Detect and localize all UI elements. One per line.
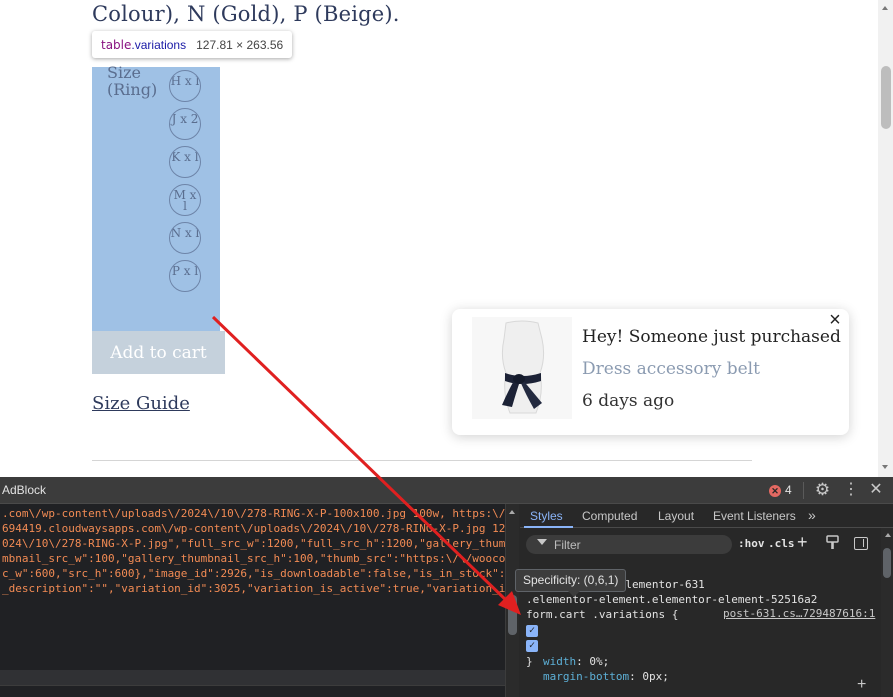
property-name[interactable]: margin-bottom [543, 670, 629, 683]
paint-brush-icon[interactable] [826, 535, 839, 550]
hover-state-button[interactable]: :hov [738, 537, 765, 550]
size-ring-label: Size (Ring) [107, 63, 158, 99]
size-option-swatch[interactable]: P x l [169, 260, 201, 292]
filter-input[interactable] [554, 536, 724, 553]
code-line[interactable]: 694419.cloudwaysapps.com\/wp-content\/up… [2, 521, 505, 536]
filter-icon [537, 539, 547, 545]
scroll-up-arrow-icon[interactable] [885, 533, 891, 537]
new-style-rule-icon[interactable]: + [797, 532, 808, 553]
divider [0, 685, 505, 686]
scroll-down-arrow-icon[interactable] [882, 465, 888, 469]
size-option-swatch[interactable]: M x l [169, 184, 201, 216]
size-option-swatch[interactable]: J x 2 [169, 108, 201, 140]
divider [92, 460, 752, 461]
tooltip-tag: table [101, 37, 132, 52]
styles-tab-bar: Styles Computed Layout Event Listeners » [520, 504, 893, 528]
element-inspect-tooltip: table.variations 127.81 × 263.56 [92, 31, 293, 58]
popup-time-ago: 6 days ago [582, 391, 675, 411]
devtools-tab-title[interactable]: AdBlock [2, 483, 46, 497]
code-line[interactable]: 024\/10\/278-RING-X-P.jpg","full_src_w":… [2, 536, 505, 551]
property-value[interactable]: 0%; [589, 655, 609, 668]
code-line[interactable]: mbnail_src_w":100,"gallery_thumbnail_src… [2, 551, 505, 566]
specificity-tooltip: Specificity: (0,6,1) [515, 569, 627, 597]
size-guide-link[interactable]: Size Guide [92, 393, 190, 414]
add-to-cart-button[interactable]: Add to cart [92, 331, 225, 374]
styles-scrollbar-thumb[interactable] [883, 548, 891, 578]
tooltip-class: .variations [131, 37, 187, 52]
web-page: Colour), N (Gold), P (Beige). Size (Ring… [0, 0, 893, 477]
tab-layout[interactable]: Layout [658, 509, 694, 523]
rule-close-brace: } [526, 655, 533, 668]
devtools-toolbar: AdBlock ✕ 4 ⚙ ⋮ ✕ [0, 477, 893, 504]
toggle-sidebar-icon[interactable] [854, 537, 868, 550]
tab-event-listeners[interactable]: Event Listeners [713, 509, 796, 523]
tab-computed[interactable]: Computed [582, 509, 637, 523]
styles-pane: Styles Computed Layout Event Listeners »… [515, 504, 893, 697]
product-image[interactable] [472, 317, 572, 419]
source-scrollbar-thumb[interactable] [508, 595, 517, 635]
devtools-panel: AdBlock ✕ 4 ⚙ ⋮ ✕ .com\/wp-content\/uplo… [0, 477, 893, 697]
class-toggle-button[interactable]: .cls [768, 537, 795, 550]
filter-field[interactable] [526, 535, 732, 554]
console-bar [0, 670, 505, 685]
more-options-icon[interactable]: ⋮ [843, 480, 859, 500]
popup-title: Hey! Someone just purchased [582, 327, 841, 347]
product-description-text: Colour), N (Gold), P (Beige). [92, 2, 400, 26]
declaration-checkbox[interactable]: ✓ [526, 625, 538, 637]
source-code-view[interactable]: .com\/wp-content\/uploads\/2024\/10\/278… [0, 504, 505, 697]
close-devtools-icon[interactable]: ✕ [868, 480, 884, 500]
error-icon[interactable]: ✕ [769, 485, 781, 497]
rule-selector[interactable]: form.cart .variations { [526, 607, 678, 622]
error-count[interactable]: 4 [785, 483, 792, 497]
code-line[interactable]: c_w":600,"src_h":600},"image_id":2926,"i… [2, 566, 505, 581]
size-option-swatch[interactable]: K x l [169, 146, 201, 178]
tooltip-dimensions: 127.81 × 263.56 [196, 37, 284, 52]
tab-styles[interactable]: Styles [530, 509, 563, 523]
size-option-swatch[interactable]: N x l [169, 222, 201, 254]
rule-source-link[interactable]: post-631.cs…729487616:1 [723, 607, 875, 620]
declaration-checkbox[interactable]: ✓ [526, 640, 538, 652]
purchase-notification-popup: Hey! Someone just purchased Dress access… [452, 309, 849, 435]
size-option-swatch[interactable]: H x l [169, 70, 201, 102]
add-declaration-icon[interactable]: + [857, 676, 866, 694]
scroll-up-arrow-icon[interactable] [509, 510, 515, 514]
active-tab-indicator [524, 526, 573, 528]
code-line[interactable]: _description":"","variation_id":3025,"va… [2, 581, 505, 596]
page-scrollbar-thumb[interactable] [881, 66, 891, 129]
close-icon[interactable]: × [826, 310, 844, 330]
scroll-up-arrow-icon[interactable] [882, 6, 888, 10]
gear-icon[interactable]: ⚙ [814, 480, 831, 500]
property-value[interactable]: 0px; [642, 670, 669, 683]
popup-product-link[interactable]: Dress accessory belt [582, 359, 760, 379]
toolbar-separator [803, 482, 804, 499]
more-tabs-icon[interactable]: » [808, 507, 816, 523]
code-line[interactable]: .com\/wp-content\/uploads\/2024\/10\/278… [2, 506, 505, 521]
